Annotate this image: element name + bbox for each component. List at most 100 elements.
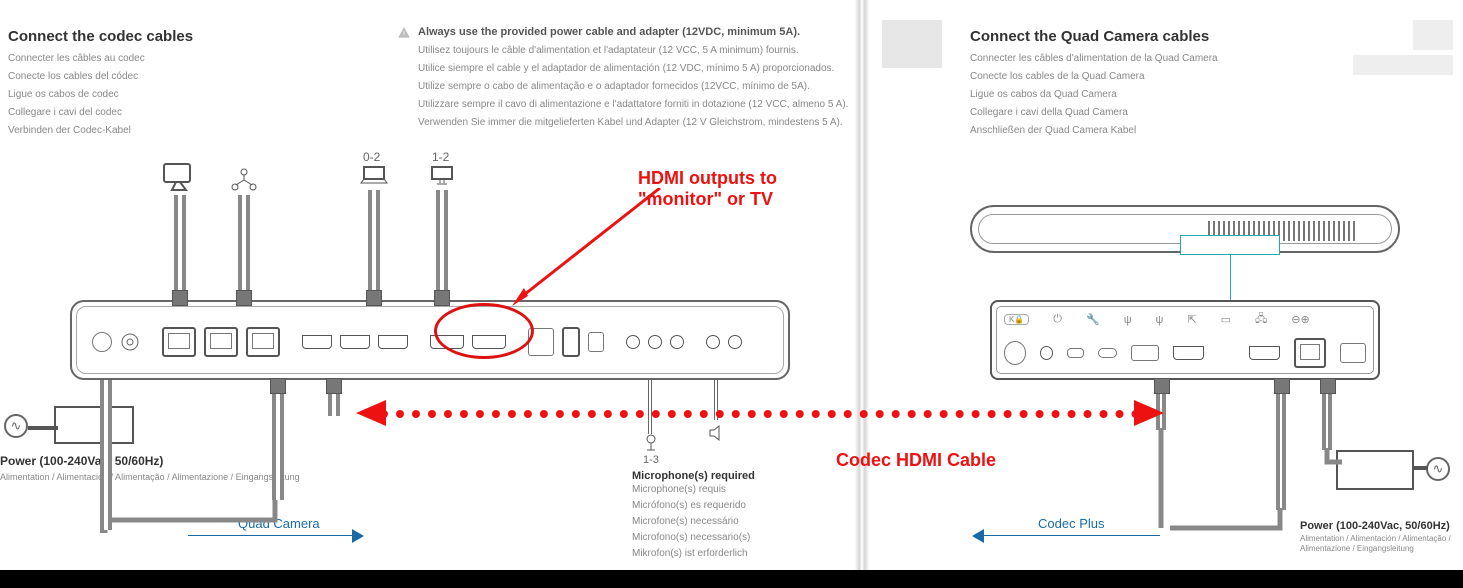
codecplus-arrow-head [970, 529, 984, 543]
trans-fr: Connecter les câbles au codec [8, 50, 145, 68]
mic-title: Microphone(s) required [632, 470, 755, 482]
qc-hdmi-2 [1249, 346, 1281, 360]
qc-power-in [1340, 343, 1366, 363]
network-icon [230, 168, 258, 192]
qc-de: Anschließen der Quad Camera Kabel [970, 122, 1218, 140]
usb-a [562, 327, 580, 357]
trans-pt: Ligue os cabos de codec [8, 86, 145, 104]
camera-drop-line [1230, 255, 1231, 305]
audio-out-1 [706, 335, 720, 349]
qc-plug-eth [1274, 378, 1290, 394]
codec-rear-panel [70, 300, 790, 380]
codec-hdmi-dotted [380, 410, 1140, 418]
qc-eth-path [1170, 508, 1290, 548]
qc-title: Connect the Quad Camera cables [970, 28, 1209, 45]
audio-out-2 [728, 335, 742, 349]
qc-eth [1294, 338, 1326, 368]
qc-icon-row: K🔒 ⏻ 🔧 ψ ψ ⇱ ▭ 🖧 ⊖⊕ [1004, 310, 1366, 329]
eth-sym-icon: 🖧 [1255, 310, 1267, 329]
qc-usb-a1 [1131, 345, 1159, 361]
qc-es: Conecte los cables de la Quad Camera [970, 68, 1218, 86]
mic-de: Mikrofon(s) ist erforderlich [632, 546, 755, 562]
left-page: Connect the codec cables Connecter les c… [0, 0, 855, 570]
power-sub-right: Alimentation / Alimentación / Alimentaçã… [1300, 534, 1463, 555]
qc-usb-c [1098, 348, 1117, 358]
plug-eth-d1 [270, 378, 286, 394]
warn-pt: Utilize sempre o cabo de alimentação e o… [418, 78, 848, 96]
power-plug-icon [120, 332, 140, 352]
quad-camera-top [970, 205, 1400, 253]
power-brick-left [54, 406, 134, 444]
hdmi-in-3 [378, 335, 408, 349]
power-cable-ac-right [1412, 462, 1428, 474]
hdmi-out-label: HDMI outputs to "monitor" or TV [638, 168, 855, 210]
ac-icon-left: ∿ [4, 414, 28, 438]
laptop-icon [360, 165, 388, 187]
power-sym-icon: ⏻ [1053, 313, 1062, 326]
qc-fr: Connecter les câbles d'alimentation de l… [970, 50, 1218, 68]
power-label-left: Power (100-240Vac, 50/60Hz) Alimentation… [0, 454, 300, 484]
book-spine [855, 0, 869, 570]
dotted-arrow-left [356, 398, 386, 428]
quad-arrow-head [352, 529, 366, 543]
plug-laptop [366, 290, 382, 306]
svg-text:!: ! [403, 31, 405, 38]
warning-lines: Utilisez toujours le câble d'alimentatio… [418, 42, 848, 132]
usb-sym-icon: ψ [1124, 314, 1132, 326]
maint-port [588, 332, 604, 352]
eth-port-3 [246, 327, 280, 357]
hdmi-sym-icon: ▭ [1221, 313, 1231, 326]
power-label-right: Power (100-240Vac, 50/60Hz) Alimentation… [1300, 520, 1463, 555]
qc-port-row [1004, 338, 1366, 368]
camera-port-highlight [1180, 235, 1280, 255]
power-cable-left [28, 420, 58, 436]
right-page: Connect the Quad Camera cables Connecter… [870, 0, 1463, 570]
ac-icon-right: ∿ [1426, 457, 1450, 481]
bottom-black-bar [0, 570, 1463, 588]
codecplus-line [980, 535, 1160, 536]
plug-hdmi-d [326, 378, 342, 394]
audio-2 [648, 335, 662, 349]
warning-icon: ! [396, 26, 412, 40]
qc-pt: Ligue os cabos da Quad Camera [970, 86, 1218, 104]
trans-it: Collegare i cavi del codec [8, 104, 145, 122]
hdmi-arrow-icon: ⇱ [1187, 313, 1196, 326]
cable-monitor [436, 190, 448, 305]
codecplus-label: Codec Plus [1038, 516, 1104, 531]
mic-fr: Microphone(s) requis [632, 482, 755, 498]
ghost-shape-2 [1413, 20, 1453, 50]
warning-block: ! Always use the provided power cable an… [418, 26, 848, 132]
qc-jack [1004, 341, 1026, 365]
cable-touch [174, 195, 186, 305]
eth-port-1 [162, 327, 196, 357]
speaker-icon [708, 424, 726, 442]
qc-cable-eth [1276, 380, 1286, 510]
power-in-icon: ⊖⊕ [1291, 313, 1309, 326]
cable-laptop [368, 190, 380, 305]
kensington-icon: K🔒 [1004, 314, 1029, 325]
power-cable-conn-right [1322, 448, 1342, 468]
codec-translations: Connecter les câbles au codec Conecte lo… [8, 50, 145, 140]
power-jack [92, 332, 112, 352]
qc-micro [1067, 348, 1084, 358]
qc-translations: Connecter les câbles d'alimentation de l… [970, 50, 1218, 140]
warn-it: Utilizzare sempre il cavo di alimentazio… [418, 96, 848, 114]
eth-port-2 [204, 327, 238, 357]
qc-rear-panel: K🔒 ⏻ 🔧 ψ ψ ⇱ ▭ 🖧 ⊖⊕ [990, 300, 1380, 380]
qc-hdmi-1 [1173, 346, 1205, 360]
plug-touch [172, 290, 188, 306]
audio-3 [670, 335, 684, 349]
page-container: Connect the codec cables Connecter les c… [0, 0, 1463, 570]
qc-plug-hdmi [1154, 378, 1170, 394]
hdmi-out-highlight [434, 303, 534, 359]
codec-hdmi-label: Codec HDMI Cable [836, 450, 996, 471]
hdmi-in-1 [302, 335, 332, 349]
power-title-right: Power (100-240Vac, 50/60Hz) [1300, 520, 1450, 532]
ghost-shape-3 [1353, 55, 1453, 75]
cable-power-down [100, 380, 112, 530]
mic-es: Micrófono(s) es requerido [632, 498, 755, 514]
power-brick-right [1336, 450, 1414, 490]
port-row [92, 320, 772, 364]
mic-pt: Microfone(s) necessário [632, 514, 755, 530]
ghost-shape-1 [882, 20, 942, 68]
